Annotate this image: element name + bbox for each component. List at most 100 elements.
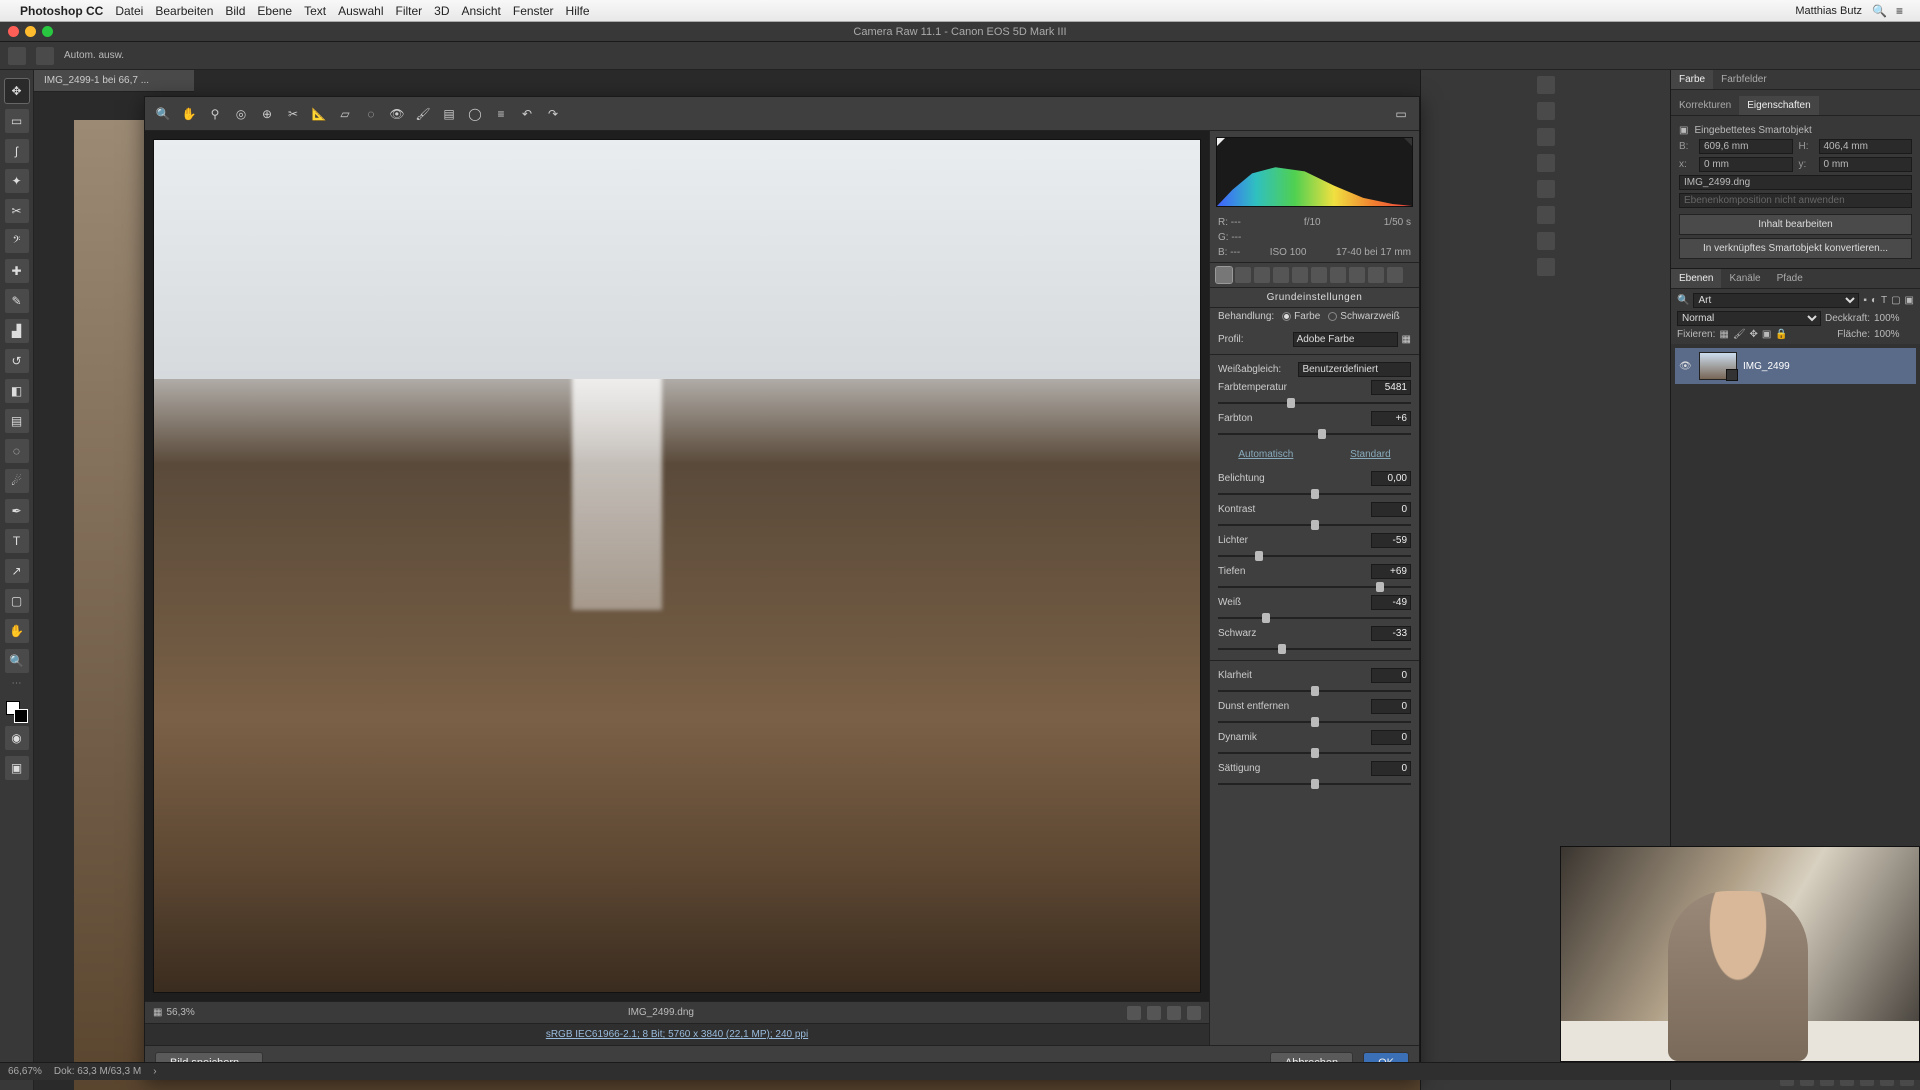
history-brush-tool[interactable]: ↺ xyxy=(5,349,29,373)
cr-preview-toggle-icon[interactable]: ▭ xyxy=(1391,104,1411,124)
cr-workflow-link[interactable]: sRGB IEC61966-2.1; 8 Bit; 5760 x 3840 (2… xyxy=(145,1023,1209,1045)
menubar-user[interactable]: Matthias Butz xyxy=(1795,5,1862,17)
cr-swap-icon[interactable] xyxy=(1147,1006,1161,1020)
height-field[interactable]: 406,4 mm xyxy=(1819,139,1913,154)
lock-pixels-icon[interactable]: 🖌 xyxy=(1733,329,1746,340)
temp-slider[interactable] xyxy=(1218,398,1411,408)
profile-select[interactable]: Adobe Farbe xyxy=(1293,332,1398,347)
menu-ansicht[interactable]: Ansicht xyxy=(462,4,501,18)
menu-ebene[interactable]: Ebene xyxy=(257,4,292,18)
cr-radial-filter-icon[interactable]: ◯ xyxy=(465,104,485,124)
gradient-tool[interactable]: ▤ xyxy=(5,409,29,433)
screenmode-tool[interactable]: ▣ xyxy=(5,756,29,780)
eraser-tool[interactable]: ◧ xyxy=(5,379,29,403)
cr-zoom-level[interactable]: 56,3% xyxy=(166,1007,194,1018)
info-panel-icon[interactable] xyxy=(1537,206,1555,224)
filter-type-icon[interactable]: T xyxy=(1881,295,1887,306)
properties-tab[interactable]: Eigenschaften xyxy=(1739,96,1818,115)
hand-tool[interactable]: ✋ xyxy=(5,619,29,643)
stamp-tool[interactable]: ▟ xyxy=(5,319,29,343)
highlights-slider[interactable] xyxy=(1218,551,1411,561)
y-field[interactable]: 0 mm xyxy=(1819,157,1913,172)
vibrance-slider[interactable] xyxy=(1218,748,1411,758)
lasso-tool[interactable]: ʃ xyxy=(5,139,29,163)
brush-tool[interactable]: ✎ xyxy=(5,289,29,313)
layercomp-select[interactable]: Ebenenkomposition nicht anwenden xyxy=(1679,193,1912,208)
x-field[interactable]: 0 mm xyxy=(1699,157,1793,172)
cr-adjust-brush-icon[interactable]: 🖌 xyxy=(413,104,433,124)
status-docsize[interactable]: Dok: 63,3 M/63,3 M xyxy=(54,1066,141,1077)
tint-input[interactable] xyxy=(1371,411,1411,426)
wb-select[interactable]: Benutzerdefiniert xyxy=(1298,362,1411,377)
default-link[interactable]: Standard xyxy=(1350,449,1391,460)
close-icon[interactable] xyxy=(8,26,19,37)
convert-linked-button[interactable]: In verknüpftes Smartobjekt konvertieren.… xyxy=(1679,238,1912,259)
split-tab-icon[interactable] xyxy=(1292,267,1308,283)
visibility-icon[interactable]: 👁 xyxy=(1679,361,1693,372)
saturation-input[interactable] xyxy=(1371,761,1411,776)
fx-tab-icon[interactable] xyxy=(1330,267,1346,283)
app-name[interactable]: Photoshop CC xyxy=(20,4,103,18)
whites-slider[interactable] xyxy=(1218,613,1411,623)
lens-tab-icon[interactable] xyxy=(1311,267,1327,283)
shadows-input[interactable] xyxy=(1371,564,1411,579)
clarity-slider[interactable] xyxy=(1218,686,1411,696)
basic-tab-icon[interactable] xyxy=(1216,267,1232,283)
blacks-input[interactable] xyxy=(1371,626,1411,641)
cr-prefs-icon[interactable]: ≡ xyxy=(491,104,511,124)
cr-filmstrip-icon[interactable]: ▦ xyxy=(153,1007,162,1018)
whites-input[interactable] xyxy=(1371,595,1411,610)
highlight-clip-icon[interactable] xyxy=(1404,138,1412,146)
layer-row[interactable]: 👁 IMG_2499 xyxy=(1675,348,1916,384)
dehaze-input[interactable] xyxy=(1371,699,1411,714)
crop-tool[interactable]: ✂ xyxy=(5,199,29,223)
fill-field[interactable]: 100% xyxy=(1874,329,1914,340)
quickmask-tool[interactable]: ◉ xyxy=(5,726,29,750)
layer-filter-select[interactable]: Art xyxy=(1693,293,1859,308)
menu-auswahl[interactable]: Auswahl xyxy=(338,4,383,18)
cr-menu-icon[interactable] xyxy=(1187,1006,1201,1020)
cr-target-adjust-icon[interactable]: ⊕ xyxy=(257,104,277,124)
lock-position-icon[interactable]: ✥ xyxy=(1750,329,1758,340)
swatches-tab[interactable]: Farbfelder xyxy=(1713,70,1775,89)
temp-input[interactable] xyxy=(1371,380,1411,395)
cr-rotate-cw-icon[interactable]: ↷ xyxy=(543,104,563,124)
blend-mode-select[interactable]: Normal xyxy=(1677,311,1821,326)
menu-3d[interactable]: 3D xyxy=(434,4,449,18)
cr-zoom-tool-icon[interactable]: 🔍 xyxy=(153,104,173,124)
shadows-slider[interactable] xyxy=(1218,582,1411,592)
move-tool-icon[interactable] xyxy=(36,47,54,65)
contrast-input[interactable] xyxy=(1371,502,1411,517)
cr-transform-icon[interactable]: ▱ xyxy=(335,104,355,124)
dehaze-slider[interactable] xyxy=(1218,717,1411,727)
blacks-slider[interactable] xyxy=(1218,644,1411,654)
cr-copy-icon[interactable] xyxy=(1167,1006,1181,1020)
cr-histogram[interactable] xyxy=(1216,137,1413,207)
curve-tab-icon[interactable] xyxy=(1235,267,1251,283)
filter-adjust-icon[interactable]: ◐ xyxy=(1871,295,1877,306)
actions-panel-icon[interactable] xyxy=(1537,102,1555,120)
path-tool[interactable]: ↗ xyxy=(5,559,29,583)
status-chevron-icon[interactable]: › xyxy=(153,1066,156,1077)
edit-contents-button[interactable]: Inhalt bearbeiten xyxy=(1679,214,1912,235)
exposure-slider[interactable] xyxy=(1218,489,1411,499)
blur-tool[interactable]: ◌ xyxy=(5,439,29,463)
menu-filter[interactable]: Filter xyxy=(395,4,422,18)
auto-link[interactable]: Automatisch xyxy=(1238,449,1293,460)
calib-tab-icon[interactable] xyxy=(1349,267,1365,283)
cr-color-sampler-icon[interactable]: ◎ xyxy=(231,104,251,124)
width-field[interactable]: 609,6 mm xyxy=(1699,139,1793,154)
detail-tab-icon[interactable] xyxy=(1254,267,1270,283)
eyedropper-tool[interactable]: 𝄢 xyxy=(5,229,29,253)
channels-tab[interactable]: Kanäle xyxy=(1721,269,1768,288)
cr-graduated-filter-icon[interactable]: ▤ xyxy=(439,104,459,124)
menu-bearbeiten[interactable]: Bearbeiten xyxy=(155,4,213,18)
status-zoom[interactable]: 66,67% xyxy=(8,1066,42,1077)
type-tool[interactable]: T xyxy=(5,529,29,553)
cr-spot-removal-icon[interactable]: ◌ xyxy=(361,104,381,124)
highlights-input[interactable] xyxy=(1371,533,1411,548)
paragraph-panel-icon[interactable] xyxy=(1537,154,1555,172)
libraries-panel-icon[interactable] xyxy=(1537,258,1555,276)
lock-all-icon[interactable]: 🔒 xyxy=(1775,329,1787,340)
filter-shape-icon[interactable]: ▢ xyxy=(1891,295,1900,306)
